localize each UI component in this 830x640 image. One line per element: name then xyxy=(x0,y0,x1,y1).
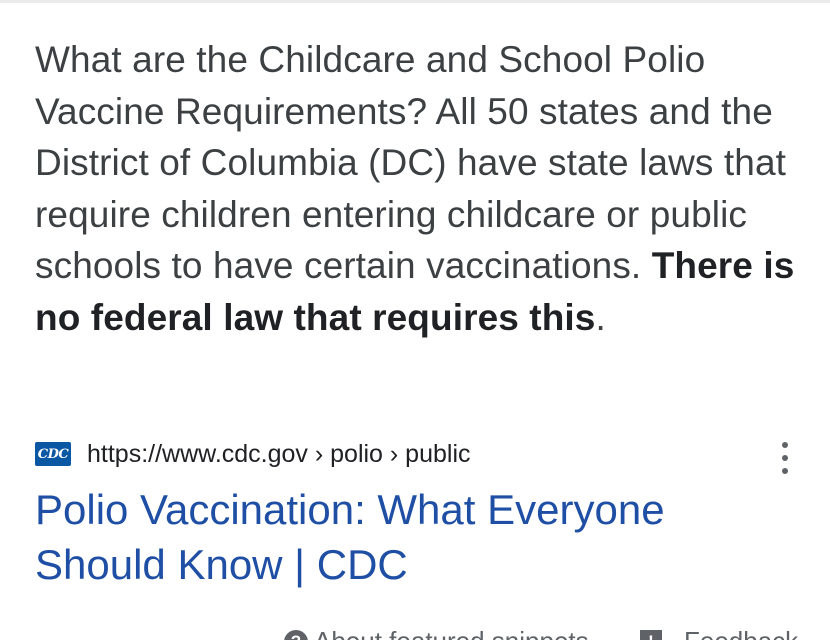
top-divider xyxy=(0,0,830,3)
more-vert-icon-dot xyxy=(782,455,788,461)
about-featured-snippets-link[interactable]: ? About featured snippets xyxy=(284,626,589,640)
snippet-footer: ? About featured snippets ! Feedback xyxy=(0,622,830,640)
help-icon: ? xyxy=(284,629,308,640)
feedback-link[interactable]: ! Feedback xyxy=(640,626,798,640)
more-options-button[interactable] xyxy=(775,442,795,474)
featured-snippet-text: What are the Childcare and School Polio … xyxy=(35,34,805,343)
feedback-label: Feedback xyxy=(684,626,798,640)
result-title-link[interactable]: Polio Vaccination: What Everyone Should … xyxy=(35,482,735,592)
source-url[interactable]: https://www.cdc.gov › polio › public xyxy=(87,440,471,469)
about-label: About featured snippets xyxy=(314,626,589,640)
more-vert-icon-dot xyxy=(782,468,788,474)
feedback-icon: ! xyxy=(640,629,662,640)
cdc-favicon-icon: CDC xyxy=(35,442,71,466)
source-row[interactable]: CDC https://www.cdc.gov › polio › public xyxy=(35,434,795,474)
more-vert-icon xyxy=(782,442,788,448)
snippet-period: . xyxy=(595,296,606,338)
